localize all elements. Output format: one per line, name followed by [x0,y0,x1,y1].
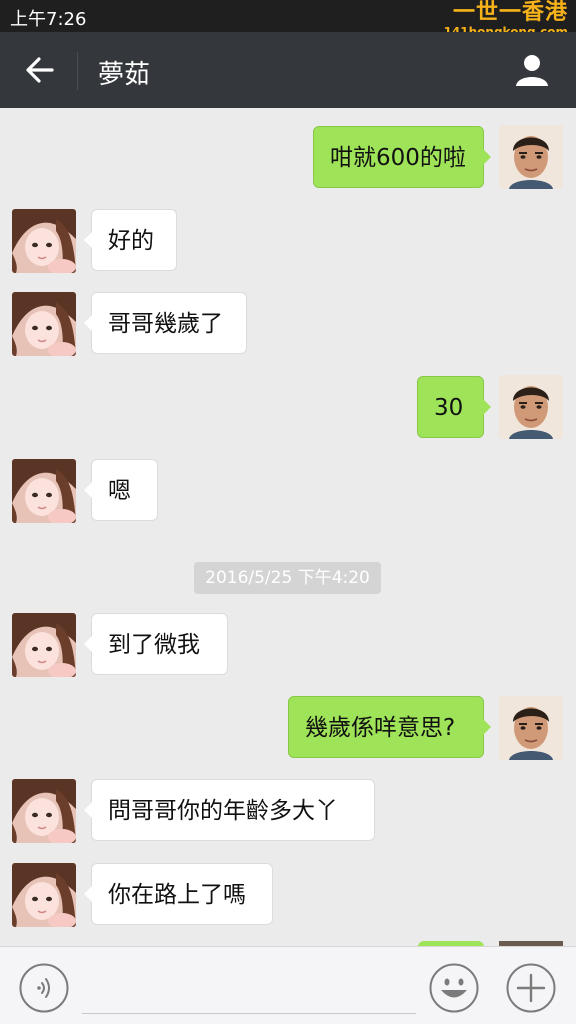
contact-avatar[interactable] [12,209,76,273]
message-bubble-incoming[interactable]: 好的 [84,209,177,271]
my-avatar-image [499,696,563,760]
message-bubble-incoming[interactable]: 你在路上了嗎 [84,863,273,925]
my-avatar-image [499,375,563,439]
contact-avatar[interactable] [12,292,76,356]
more-options-button[interactable] [506,963,556,1013]
message-bubble-incoming[interactable]: 問哥哥你的年齡多大丫 [84,779,375,841]
emoji-button[interactable] [429,963,479,1013]
message-timestamp: 2016/5/25 下午4:20 [194,562,381,594]
voice-button[interactable] [19,963,69,1013]
input-bar [0,946,576,1024]
contact-avatar[interactable] [12,863,76,927]
message-input[interactable] [82,957,416,1014]
message-bubble-incoming[interactable]: 哥哥幾歲了 [84,292,247,354]
contact-avatar[interactable] [12,459,76,523]
message-bubble-incoming[interactable]: 嗯 [84,459,158,521]
my-avatar[interactable] [499,375,563,439]
status-time: 上午7:26 [10,9,87,30]
message-bubble-outgoing[interactable]: 幾歲係咩意思? [288,696,491,758]
contact-avatar-image [12,613,76,677]
plus-icon [506,963,556,1013]
contact-avatar-image [12,863,76,927]
message-bubble-outgoing[interactable]: 30 [417,376,491,438]
chat-header: 夢茹 [0,32,576,108]
contact-profile-button[interactable] [514,52,550,88]
contact-avatar[interactable] [12,779,76,843]
status-bar: 上午7:26 一世一香港 141hongkong.com [0,0,576,38]
back-button[interactable] [22,52,58,88]
chat-title: 夢茹 [98,60,151,90]
my-avatar[interactable] [499,696,563,760]
contact-avatar-image [12,459,76,523]
contact-avatar-image [12,209,76,273]
message-bubble-incoming[interactable]: 到了微我 [84,613,228,675]
smiley-icon [429,963,479,1013]
my-avatar-image [499,125,563,189]
person-icon [516,55,548,86]
chat-messages[interactable]: 咁就600的啦 好的 哥哥幾歲了 30 嗯 2016/5/25 下午4:20 到… [0,108,576,946]
contact-avatar[interactable] [12,613,76,677]
voice-icon [19,963,69,1013]
my-avatar[interactable] [499,125,563,189]
back-arrow-icon [26,57,54,83]
message-bubble-outgoing[interactable]: 咁就600的啦 [313,126,491,188]
contact-avatar-image [12,292,76,356]
contact-avatar-image [12,779,76,843]
watermark-title: 一世一香港 [452,0,568,25]
header-divider [77,52,78,90]
